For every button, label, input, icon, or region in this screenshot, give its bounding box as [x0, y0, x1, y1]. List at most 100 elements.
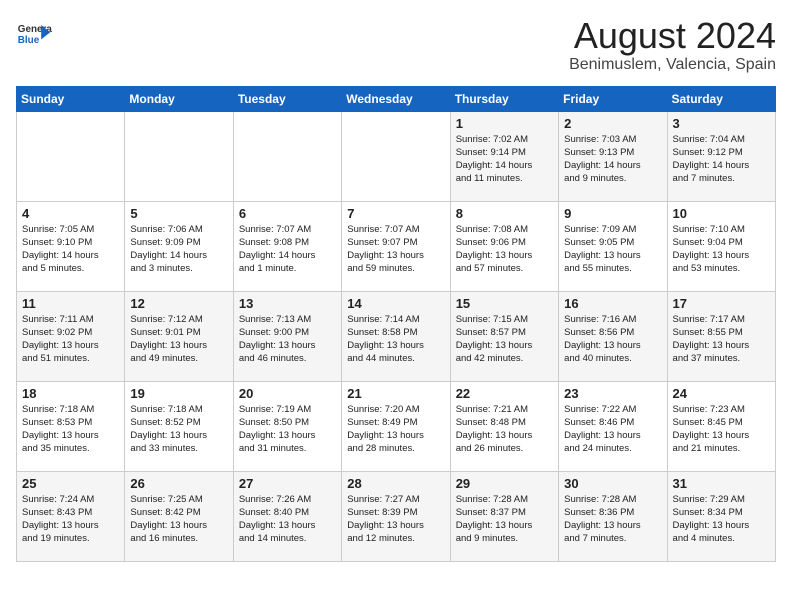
calendar-header-monday: Monday — [125, 86, 233, 111]
calendar-week-row: 18 Sunrise: 7:18 AM Sunset: 8:53 PM Dayli… — [17, 381, 776, 471]
day-info: Sunrise: 7:18 AM Sunset: 8:53 PM Dayligh… — [22, 403, 119, 456]
calendar-body: 1Sunrise: 7:02 AM Sunset: 9:14 PM Daylig… — [17, 111, 776, 561]
calendar-cell: 13 Sunrise: 7:13 AM Sunset: 9:00 PM Dayli… — [233, 291, 341, 381]
calendar-cell: 5 Sunrise: 7:06 AM Sunset: 9:09 PM Daylig… — [125, 201, 233, 291]
calendar-cell: 17 Sunrise: 7:17 AM Sunset: 8:55 PM Dayli… — [667, 291, 775, 381]
day-number: 14 — [347, 296, 444, 311]
calendar-cell: 19 Sunrise: 7:18 AM Sunset: 8:52 PM Dayli… — [125, 381, 233, 471]
day-info: Sunrise: 7:17 AM Sunset: 8:55 PM Dayligh… — [673, 313, 770, 366]
day-number: 16 — [564, 296, 661, 311]
day-number: 3 — [673, 116, 770, 131]
calendar-header-tuesday: Tuesday — [233, 86, 341, 111]
day-info: Sunrise: 7:15 AM Sunset: 8:57 PM Dayligh… — [456, 313, 553, 366]
calendar-cell: 27Sunrise: 7:26 AM Sunset: 8:40 PM Dayli… — [233, 471, 341, 561]
day-number: 4 — [22, 206, 119, 221]
day-info: Sunrise: 7:16 AM Sunset: 8:56 PM Dayligh… — [564, 313, 661, 366]
calendar-cell: 10 Sunrise: 7:10 AM Sunset: 9:04 PM Dayli… — [667, 201, 775, 291]
day-number: 28 — [347, 476, 444, 491]
calendar-cell: 6 Sunrise: 7:07 AM Sunset: 9:08 PM Daylig… — [233, 201, 341, 291]
calendar-week-row: 25Sunrise: 7:24 AM Sunset: 8:43 PM Dayli… — [17, 471, 776, 561]
title-block: August 2024 Benimuslem, Valencia, Spain — [569, 16, 776, 74]
day-number: 6 — [239, 206, 336, 221]
calendar-cell: 25Sunrise: 7:24 AM Sunset: 8:43 PM Dayli… — [17, 471, 125, 561]
calendar-cell: 23Sunrise: 7:22 AM Sunset: 8:46 PM Dayli… — [559, 381, 667, 471]
calendar-cell: 2 Sunrise: 7:03 AM Sunset: 9:13 PM Daylig… — [559, 111, 667, 201]
day-info: Sunrise: 7:05 AM Sunset: 9:10 PM Dayligh… — [22, 223, 119, 276]
calendar-table: SundayMondayTuesdayWednesdayThursdayFrid… — [16, 86, 776, 562]
calendar-header-row: SundayMondayTuesdayWednesdayThursdayFrid… — [17, 86, 776, 111]
calendar-cell: 4 Sunrise: 7:05 AM Sunset: 9:10 PM Daylig… — [17, 201, 125, 291]
day-info: Sunrise: 7:29 AM Sunset: 8:34 PM Dayligh… — [673, 493, 770, 546]
calendar-week-row: 11 Sunrise: 7:11 AM Sunset: 9:02 PM Dayli… — [17, 291, 776, 381]
day-info: Sunrise: 7:08 AM Sunset: 9:06 PM Dayligh… — [456, 223, 553, 276]
day-number: 13 — [239, 296, 336, 311]
calendar-header-friday: Friday — [559, 86, 667, 111]
calendar-week-row: 1Sunrise: 7:02 AM Sunset: 9:14 PM Daylig… — [17, 111, 776, 201]
calendar-header-saturday: Saturday — [667, 86, 775, 111]
day-number: 15 — [456, 296, 553, 311]
day-info: Sunrise: 7:25 AM Sunset: 8:42 PM Dayligh… — [130, 493, 227, 546]
day-number: 10 — [673, 206, 770, 221]
day-info: Sunrise: 7:13 AM Sunset: 9:00 PM Dayligh… — [239, 313, 336, 366]
calendar-cell: 15 Sunrise: 7:15 AM Sunset: 8:57 PM Dayli… — [450, 291, 558, 381]
calendar-cell: 31 Sunrise: 7:29 AM Sunset: 8:34 PM Dayli… — [667, 471, 775, 561]
calendar-header-wednesday: Wednesday — [342, 86, 450, 111]
day-number: 20 — [239, 386, 336, 401]
day-number: 31 — [673, 476, 770, 491]
day-number: 22 — [456, 386, 553, 401]
calendar-cell — [233, 111, 341, 201]
logo: General Blue — [16, 16, 52, 52]
day-number: 30 — [564, 476, 661, 491]
day-info: Sunrise: 7:23 AM Sunset: 8:45 PM Dayligh… — [673, 403, 770, 456]
calendar-cell: 21Sunrise: 7:20 AM Sunset: 8:49 PM Dayli… — [342, 381, 450, 471]
calendar-cell: 18 Sunrise: 7:18 AM Sunset: 8:53 PM Dayli… — [17, 381, 125, 471]
day-number: 5 — [130, 206, 227, 221]
svg-text:Blue: Blue — [18, 35, 40, 46]
day-number: 8 — [456, 206, 553, 221]
calendar-cell: 20 Sunrise: 7:19 AM Sunset: 8:50 PM Dayli… — [233, 381, 341, 471]
location-subtitle: Benimuslem, Valencia, Spain — [569, 56, 776, 74]
day-number: 19 — [130, 386, 227, 401]
calendar-cell: 8 Sunrise: 7:08 AM Sunset: 9:06 PM Daylig… — [450, 201, 558, 291]
day-number: 23 — [564, 386, 661, 401]
calendar-header-thursday: Thursday — [450, 86, 558, 111]
day-info: Sunrise: 7:21 AM Sunset: 8:48 PM Dayligh… — [456, 403, 553, 456]
calendar-week-row: 4 Sunrise: 7:05 AM Sunset: 9:10 PM Daylig… — [17, 201, 776, 291]
day-info: Sunrise: 7:06 AM Sunset: 9:09 PM Dayligh… — [130, 223, 227, 276]
day-number: 25 — [22, 476, 119, 491]
day-info: Sunrise: 7:07 AM Sunset: 9:08 PM Dayligh… — [239, 223, 336, 276]
day-number: 17 — [673, 296, 770, 311]
day-info: Sunrise: 7:09 AM Sunset: 9:05 PM Dayligh… — [564, 223, 661, 276]
day-number: 29 — [456, 476, 553, 491]
day-info: Sunrise: 7:07 AM Sunset: 9:07 PM Dayligh… — [347, 223, 444, 276]
calendar-cell: 11 Sunrise: 7:11 AM Sunset: 9:02 PM Dayli… — [17, 291, 125, 381]
day-info: Sunrise: 7:14 AM Sunset: 8:58 PM Dayligh… — [347, 313, 444, 366]
calendar-cell: 9 Sunrise: 7:09 AM Sunset: 9:05 PM Daylig… — [559, 201, 667, 291]
day-info: Sunrise: 7:12 AM Sunset: 9:01 PM Dayligh… — [130, 313, 227, 366]
day-info: Sunrise: 7:19 AM Sunset: 8:50 PM Dayligh… — [239, 403, 336, 456]
day-info: Sunrise: 7:11 AM Sunset: 9:02 PM Dayligh… — [22, 313, 119, 366]
day-info: Sunrise: 7:02 AM Sunset: 9:14 PM Dayligh… — [456, 133, 553, 186]
day-number: 11 — [22, 296, 119, 311]
calendar-cell: 28Sunrise: 7:27 AM Sunset: 8:39 PM Dayli… — [342, 471, 450, 561]
day-number: 18 — [22, 386, 119, 401]
day-number: 27 — [239, 476, 336, 491]
calendar-cell: 29 Sunrise: 7:28 AM Sunset: 8:37 PM Dayli… — [450, 471, 558, 561]
month-year-title: August 2024 — [569, 16, 776, 56]
day-number: 9 — [564, 206, 661, 221]
calendar-cell: 26 Sunrise: 7:25 AM Sunset: 8:42 PM Dayli… — [125, 471, 233, 561]
page-header: General Blue August 2024 Benimuslem, Val… — [16, 16, 776, 74]
day-info: Sunrise: 7:03 AM Sunset: 9:13 PM Dayligh… — [564, 133, 661, 186]
day-info: Sunrise: 7:10 AM Sunset: 9:04 PM Dayligh… — [673, 223, 770, 276]
calendar-header-sunday: Sunday — [17, 86, 125, 111]
calendar-cell: 12Sunrise: 7:12 AM Sunset: 9:01 PM Dayli… — [125, 291, 233, 381]
day-number: 2 — [564, 116, 661, 131]
calendar-cell: 24Sunrise: 7:23 AM Sunset: 8:45 PM Dayli… — [667, 381, 775, 471]
day-number: 21 — [347, 386, 444, 401]
day-info: Sunrise: 7:28 AM Sunset: 8:36 PM Dayligh… — [564, 493, 661, 546]
day-number: 26 — [130, 476, 227, 491]
logo-icon: General Blue — [16, 16, 52, 52]
calendar-cell — [17, 111, 125, 201]
day-info: Sunrise: 7:18 AM Sunset: 8:52 PM Dayligh… — [130, 403, 227, 456]
day-info: Sunrise: 7:28 AM Sunset: 8:37 PM Dayligh… — [456, 493, 553, 546]
